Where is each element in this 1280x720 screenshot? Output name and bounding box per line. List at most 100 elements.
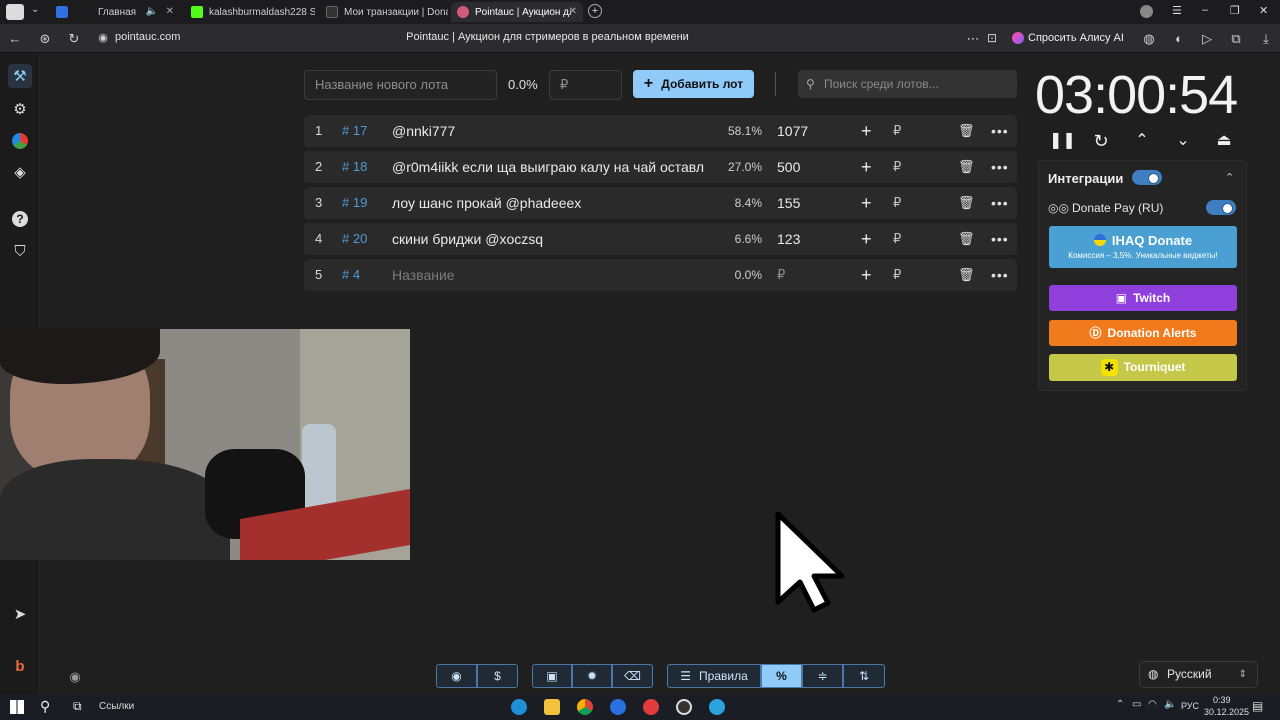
amount-currency-input[interactable]: ₽: [893, 151, 901, 183]
close-tab-icon[interactable]: ✕: [569, 6, 577, 17]
mute-icon[interactable]: 🔈: [146, 6, 158, 17]
tray-volume-icon[interactable]: 🔈: [1164, 699, 1176, 710]
ask-alice-button[interactable]: Спросить Алису AI: [1008, 28, 1132, 49]
collections-icon[interactable]: ⧉: [1228, 31, 1244, 47]
edge-icon[interactable]: [511, 699, 527, 715]
donatepay-toggle[interactable]: [1206, 200, 1236, 215]
eye-icon[interactable]: ◉: [63, 665, 87, 689]
chevron-down-icon[interactable]: ⌄: [1172, 130, 1194, 152]
lot-name-input[interactable]: Название: [392, 259, 722, 291]
settings-gear-icon[interactable]: ⚙: [8, 97, 32, 121]
lot-search-input[interactable]: ⚲ Поиск среди лотов...: [798, 70, 1017, 98]
bookmark-icon[interactable]: ⊡: [984, 31, 1000, 45]
lot-id[interactable]: # 17: [342, 115, 367, 147]
add-amount-icon[interactable]: +: [861, 115, 872, 147]
github-button[interactable]: ◉: [436, 664, 477, 688]
explorer-icon[interactable]: [544, 699, 560, 715]
tray-date[interactable]: 30.12.2025: [1204, 707, 1249, 717]
amount-currency-input[interactable]: ₽: [893, 223, 901, 255]
media-icon[interactable]: ▷: [1199, 31, 1215, 47]
telegram-icon[interactable]: ➤: [8, 602, 32, 626]
percent-toggle-button[interactable]: %: [761, 664, 802, 688]
twitch-button[interactable]: ▣ Twitch: [1049, 285, 1237, 311]
language-select[interactable]: ◍ Русский ⇕: [1139, 661, 1258, 688]
obs-icon[interactable]: [676, 699, 692, 715]
tab-pointauc[interactable]: Pointauc | Аукцион для стримеров ✕: [451, 2, 583, 22]
tray-time[interactable]: 0:39: [1213, 695, 1231, 705]
maximize-icon[interactable]: ❐: [1230, 4, 1240, 17]
add-amount-icon[interactable]: +: [861, 151, 872, 183]
lot-name-input[interactable]: @nnki777: [392, 115, 722, 147]
lot-amount-input[interactable]: ₽: [777, 259, 785, 291]
new-tab-button[interactable]: +: [588, 4, 602, 18]
delete-lot-icon[interactable]: 🗑: [958, 187, 975, 219]
tray-chevron-icon[interactable]: ⌃: [1116, 699, 1124, 710]
shield-icon[interactable]: ⛉: [8, 239, 32, 263]
sidebar-toggle-icon[interactable]: [6, 4, 24, 20]
more-icon[interactable]: ⋯: [965, 31, 981, 47]
lot-amount-input[interactable]: 1077: [777, 115, 808, 147]
save-button[interactable]: ▣: [532, 664, 572, 688]
app-check-icon[interactable]: [610, 699, 626, 715]
donation-alerts-button[interactable]: Ⓓ Donation Alerts: [1049, 320, 1237, 346]
wheel-chart-icon[interactable]: [8, 129, 32, 153]
links-label[interactable]: Ссылки: [99, 701, 134, 712]
downloads-icon[interactable]: ⤓: [1258, 31, 1274, 47]
donate-dollar-button[interactable]: $: [477, 664, 518, 688]
yandex-icon[interactable]: [643, 699, 659, 715]
lot-id[interactable]: # 19: [342, 187, 367, 219]
task-view-icon[interactable]: ⧉: [73, 699, 82, 714]
menu-icon[interactable]: ☰: [1172, 4, 1182, 17]
sort-button[interactable]: ⇅: [843, 664, 885, 688]
add-lot-button[interactable]: + Добавить лот: [633, 70, 754, 98]
boosty-icon[interactable]: b: [8, 654, 32, 678]
tab-home[interactable]: Главная 🔈 ✕: [50, 2, 180, 22]
lot-name-input[interactable]: лоу шанс прокай @phadeeex: [392, 187, 722, 219]
add-amount-icon[interactable]: +: [861, 187, 872, 219]
globe-icon[interactable]: ◍: [1141, 31, 1157, 47]
notifications-icon[interactable]: ▤: [1252, 699, 1263, 713]
lot-id[interactable]: # 20: [342, 223, 367, 255]
delete-lot-icon[interactable]: 🗑: [958, 115, 975, 147]
lot-name-input[interactable]: скини бриджи @xoczsq: [392, 223, 722, 255]
rules-button[interactable]: ☰ Правила: [667, 664, 761, 688]
tray-wifi-icon[interactable]: ◠: [1148, 699, 1157, 710]
pause-icon[interactable]: ❚❚: [1049, 130, 1076, 152]
search-icon[interactable]: ⚲: [40, 698, 50, 715]
lot-id[interactable]: # 4: [342, 259, 360, 291]
delete-lot-icon[interactable]: 🗑: [958, 151, 975, 183]
bug-button[interactable]: ✹: [572, 664, 612, 688]
new-lot-name-input[interactable]: Название нового лота: [304, 70, 497, 100]
windows-start-icon[interactable]: [10, 700, 24, 714]
chrome-icon[interactable]: [577, 699, 593, 715]
more-options-icon[interactable]: •••: [991, 187, 1009, 219]
tab-kick[interactable]: kalashburmaldash228 Stre: [185, 2, 315, 22]
extension-icon[interactable]: ◐: [1171, 31, 1187, 46]
close-window-icon[interactable]: ✕: [1259, 4, 1268, 17]
compress-button[interactable]: ≑: [802, 664, 843, 688]
minimize-icon[interactable]: –: [1202, 4, 1208, 16]
amount-currency-input[interactable]: ₽: [893, 187, 901, 219]
more-options-icon[interactable]: •••: [991, 259, 1009, 291]
profile-icon[interactable]: [1140, 5, 1153, 18]
close-tab-icon[interactable]: ✕: [166, 6, 174, 17]
lot-amount-input[interactable]: 155: [777, 187, 800, 219]
telegram-icon[interactable]: [709, 699, 725, 715]
clear-lots-button[interactable]: ⌫: [612, 664, 653, 688]
lot-name-input[interactable]: @r0m4iikk если ща выиграю калу на чай ос…: [392, 151, 722, 183]
integrations-toggle[interactable]: [1132, 170, 1162, 185]
tabs-menu-icon[interactable]: ⌄: [31, 4, 39, 15]
lot-amount-input[interactable]: 500: [777, 151, 800, 183]
ihaq-donate-button[interactable]: IHAQ Donate Комиссия – 3,5%. Уникальные …: [1049, 226, 1237, 268]
more-options-icon[interactable]: •••: [991, 151, 1009, 183]
more-options-icon[interactable]: •••: [991, 223, 1009, 255]
chevron-up-icon[interactable]: ⌃: [1131, 130, 1153, 152]
lot-amount-input[interactable]: 123: [777, 223, 800, 255]
tab-donate[interactable]: Мои транзакции | Donate: [320, 2, 448, 22]
add-amount-icon[interactable]: +: [861, 223, 872, 255]
amount-currency-input[interactable]: ₽: [893, 259, 901, 291]
lot-id[interactable]: # 18: [342, 151, 367, 183]
delete-lot-icon[interactable]: 🗑: [958, 223, 975, 255]
tourniquet-button[interactable]: ✱ Tourniquet: [1049, 354, 1237, 381]
help-icon[interactable]: ?: [8, 207, 32, 231]
